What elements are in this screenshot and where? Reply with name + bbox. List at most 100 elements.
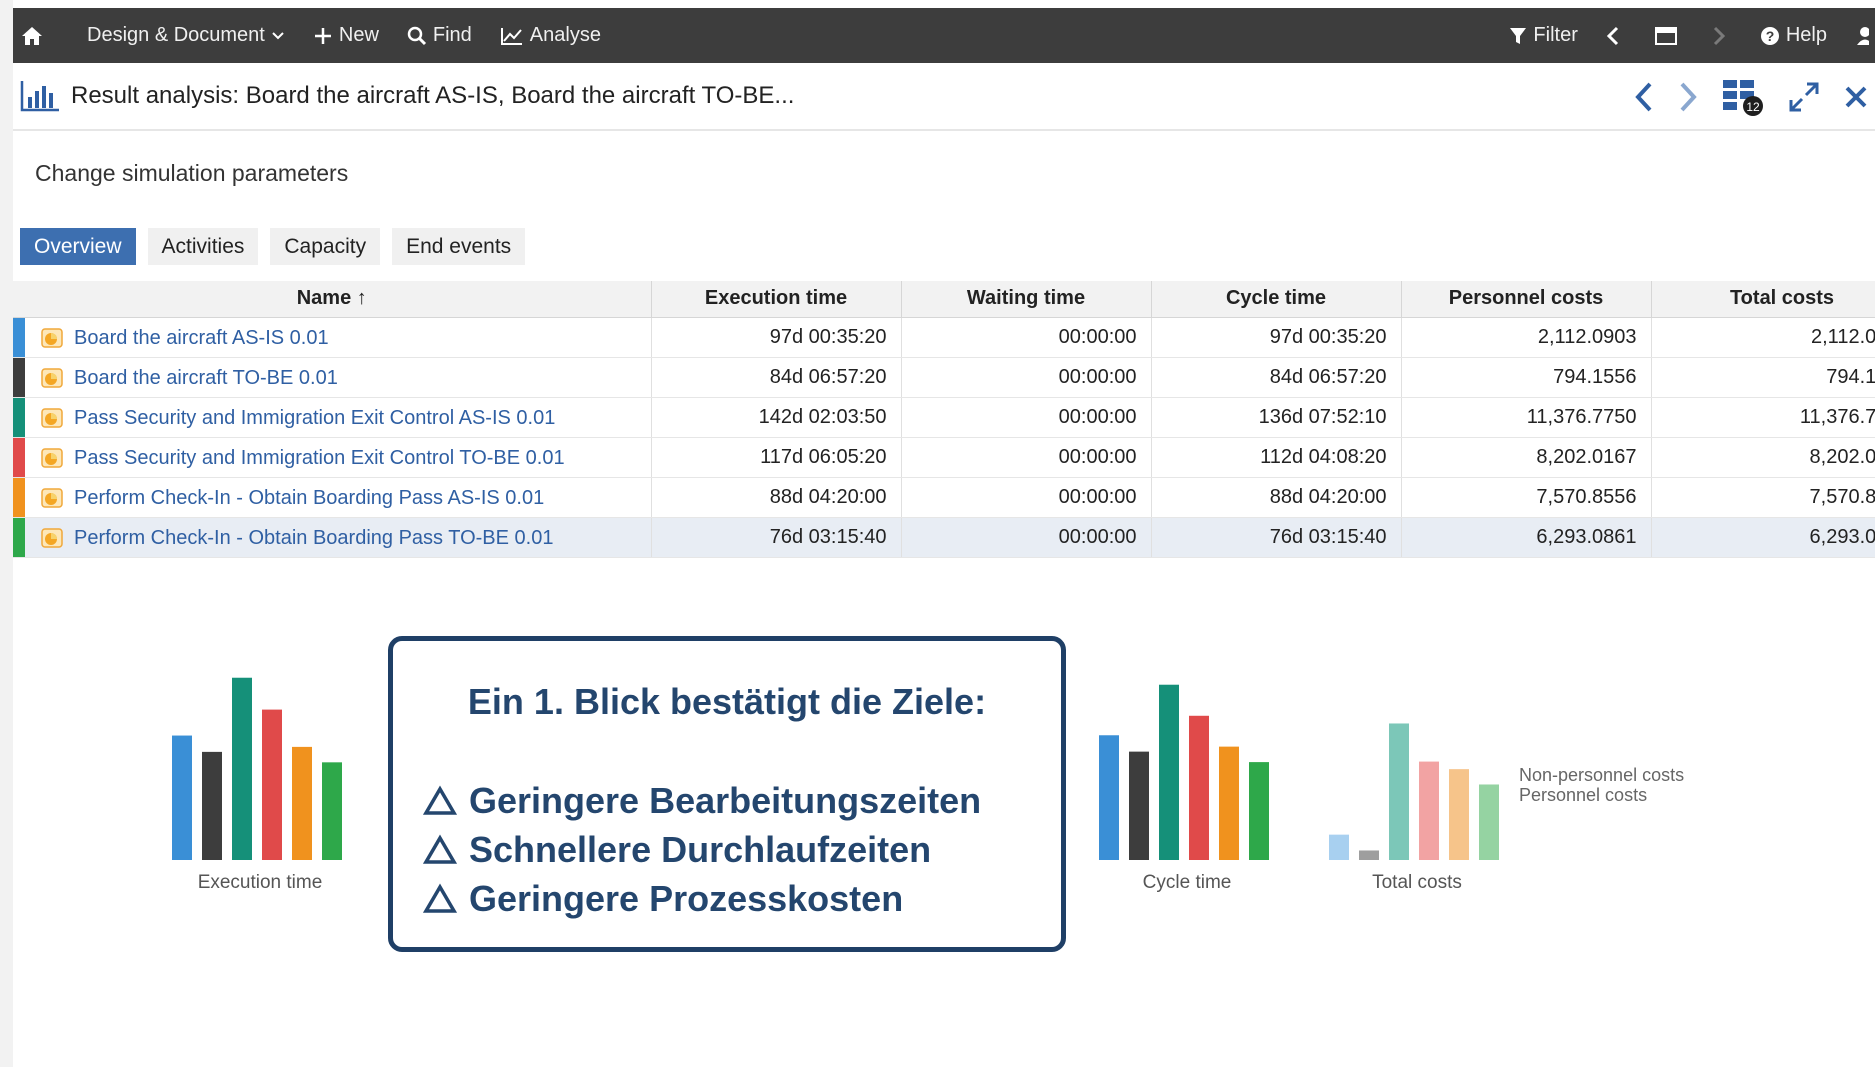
callout-point: Geringere Prozesskosten <box>423 874 981 923</box>
table-row[interactable]: Perform Check-In - Obtain Boarding Pass … <box>13 517 1875 558</box>
cell-personnel-costs: 794.1556 <box>1401 357 1652 398</box>
filter-button[interactable]: Filter <box>1495 8 1591 63</box>
design-document-menu[interactable]: Design & Document <box>73 8 299 63</box>
close-button[interactable] <box>1843 80 1869 114</box>
cell-name: Board the aircraft TO-BE 0.01 <box>13 357 652 398</box>
cell-personnel-costs: 7,570.8556 <box>1401 477 1652 518</box>
chart-bar <box>1479 784 1499 860</box>
chart-bar <box>1419 761 1439 860</box>
row-name-link[interactable]: Pass Security and Immigration Exit Contr… <box>74 447 565 470</box>
close-icon <box>1845 86 1867 108</box>
row-color-marker <box>13 357 25 396</box>
row-name-link[interactable]: Perform Check-In - Obtain Boarding Pass … <box>74 487 544 510</box>
new-button[interactable]: New <box>299 8 393 63</box>
cell-total-costs: 7,570.855 <box>1651 477 1875 518</box>
table-row[interactable]: Pass Security and Immigration Exit Contr… <box>13 437 1875 478</box>
simulation-result-icon <box>41 527 63 548</box>
dashboard-button[interactable]: 12 <box>1721 77 1765 117</box>
row-color-marker <box>13 517 25 556</box>
callout-headline: Ein 1. Blick bestätigt die Ziele: <box>467 681 987 722</box>
plus-icon <box>314 27 331 44</box>
cell-total-costs: 6,293.086 <box>1651 517 1875 558</box>
chevron-left-icon <box>1635 82 1652 112</box>
table-row[interactable]: Board the aircraft AS-IS 0.01 97d 00:35:2… <box>13 317 1875 358</box>
cell-name: Pass Security and Immigration Exit Contr… <box>13 437 652 478</box>
title-toolbar: 12 <box>1633 63 1875 131</box>
row-name-link[interactable]: Board the aircraft AS-IS 0.01 <box>74 327 329 350</box>
chevron-right-icon <box>1713 26 1725 45</box>
title-bar: Result analysis: Board the aircraft AS-I… <box>13 63 1875 131</box>
svg-text:?: ? <box>1766 28 1775 44</box>
page-title: Result analysis: Board the aircraft AS-I… <box>71 82 795 109</box>
column-header-name[interactable]: Name ↑ <box>13 281 652 318</box>
execution-time-chart <box>172 677 342 860</box>
simulation-result-icon <box>41 367 63 388</box>
help-button[interactable]: ? Help <box>1746 8 1841 63</box>
find-label: Find <box>432 24 472 46</box>
help-icon: ? <box>1760 26 1779 45</box>
column-header-cycle-time[interactable]: Cycle time <box>1151 281 1402 318</box>
analyse-button[interactable]: Analyse <box>486 8 615 63</box>
table-row[interactable]: Pass Security and Immigration Exit Contr… <box>13 397 1875 438</box>
cell-waiting-time: 00:00:00 <box>901 357 1152 398</box>
row-name-link[interactable]: Board the aircraft TO-BE 0.01 <box>74 367 338 390</box>
top-nav-bar: Design & Document New Find Analyse Filte… <box>13 8 1875 63</box>
home-button[interactable] <box>13 8 73 63</box>
analyse-label: Analyse <box>529 24 601 46</box>
chart-bar <box>232 677 252 860</box>
user-button[interactable] <box>1841 8 1875 63</box>
new-label: New <box>338 24 379 46</box>
column-header-waiting-time[interactable]: Waiting time <box>901 281 1152 318</box>
cell-total-costs: 794.155 <box>1651 357 1875 398</box>
cell-waiting-time: 00:00:00 <box>901 317 1152 358</box>
column-header-total-costs[interactable]: Total costs <box>1651 281 1875 318</box>
callout-points: Geringere Bearbeitungszeiten Schnellere … <box>423 776 981 923</box>
row-name-link[interactable]: Pass Security and Immigration Exit Contr… <box>74 407 555 430</box>
dashboard-badge-count: 12 <box>1746 100 1760 114</box>
simulation-result-icon <box>41 447 63 468</box>
tab-end-events[interactable]: End events <box>392 228 526 265</box>
window-button[interactable] <box>1640 8 1698 63</box>
cell-cycle-time: 136d 07:52:10 <box>1151 397 1402 438</box>
callout-box: Ein 1. Blick bestätigt die Ziele: Gering… <box>388 636 1066 952</box>
chart-bar <box>1249 762 1269 860</box>
app-window: Design & Document New Find Analyse Filte… <box>0 0 1875 1067</box>
triangle-icon <box>423 883 457 913</box>
row-color-marker <box>13 437 25 476</box>
expand-icon <box>1789 82 1819 112</box>
previous-button[interactable] <box>1633 80 1655 114</box>
chart-bar <box>1099 735 1119 860</box>
legend-item-non-personnel-costs: Non-personnel costs <box>1519 765 1685 785</box>
table-body: Board the aircraft AS-IS 0.01 97d 00:35:2… <box>13 317 1875 558</box>
find-button[interactable]: Find <box>393 8 486 63</box>
cell-name: Pass Security and Immigration Exit Contr… <box>13 397 652 438</box>
table-row[interactable]: Perform Check-In - Obtain Boarding Pass … <box>13 477 1875 518</box>
tab-capacity[interactable]: Capacity <box>270 228 381 265</box>
tab-overview[interactable]: Overview <box>20 228 136 265</box>
left-gutter <box>0 0 13 1067</box>
row-name-link[interactable]: Perform Check-In - Obtain Boarding Pass … <box>74 527 553 550</box>
expand-button[interactable] <box>1787 80 1821 114</box>
column-header-personnel-costs[interactable]: Personnel costs <box>1401 281 1652 318</box>
table-row[interactable]: Board the aircraft TO-BE 0.01 84d 06:57:2… <box>13 357 1875 398</box>
legend-item-personnel-costs: Personnel costs <box>1519 785 1648 805</box>
simulation-result-icon <box>41 407 63 428</box>
chevron-right-icon <box>1680 82 1697 112</box>
next-button[interactable] <box>1677 80 1699 114</box>
line-chart-icon <box>500 27 522 45</box>
column-header-execution-time[interactable]: Execution time <box>651 281 902 318</box>
change-simulation-parameters-link[interactable]: Change simulation parameters <box>35 160 348 187</box>
chart-bar <box>1159 684 1179 860</box>
row-color-marker <box>13 317 25 356</box>
cell-execution-time: 117d 06:05:20 <box>651 437 902 478</box>
cell-total-costs: 11,376.775 <box>1651 397 1875 438</box>
tab-activities[interactable]: Activities <box>147 228 259 265</box>
cell-name: Board the aircraft AS-IS 0.01 <box>13 317 652 358</box>
nav-back-button[interactable] <box>1592 8 1640 63</box>
filter-label: Filter <box>1533 24 1578 46</box>
chart-bar <box>1189 715 1209 860</box>
triangle-icon <box>423 834 457 864</box>
nav-forward-button[interactable] <box>1698 8 1746 63</box>
callout-point: Geringere Bearbeitungszeiten <box>423 776 981 825</box>
filter-icon <box>1510 27 1527 44</box>
